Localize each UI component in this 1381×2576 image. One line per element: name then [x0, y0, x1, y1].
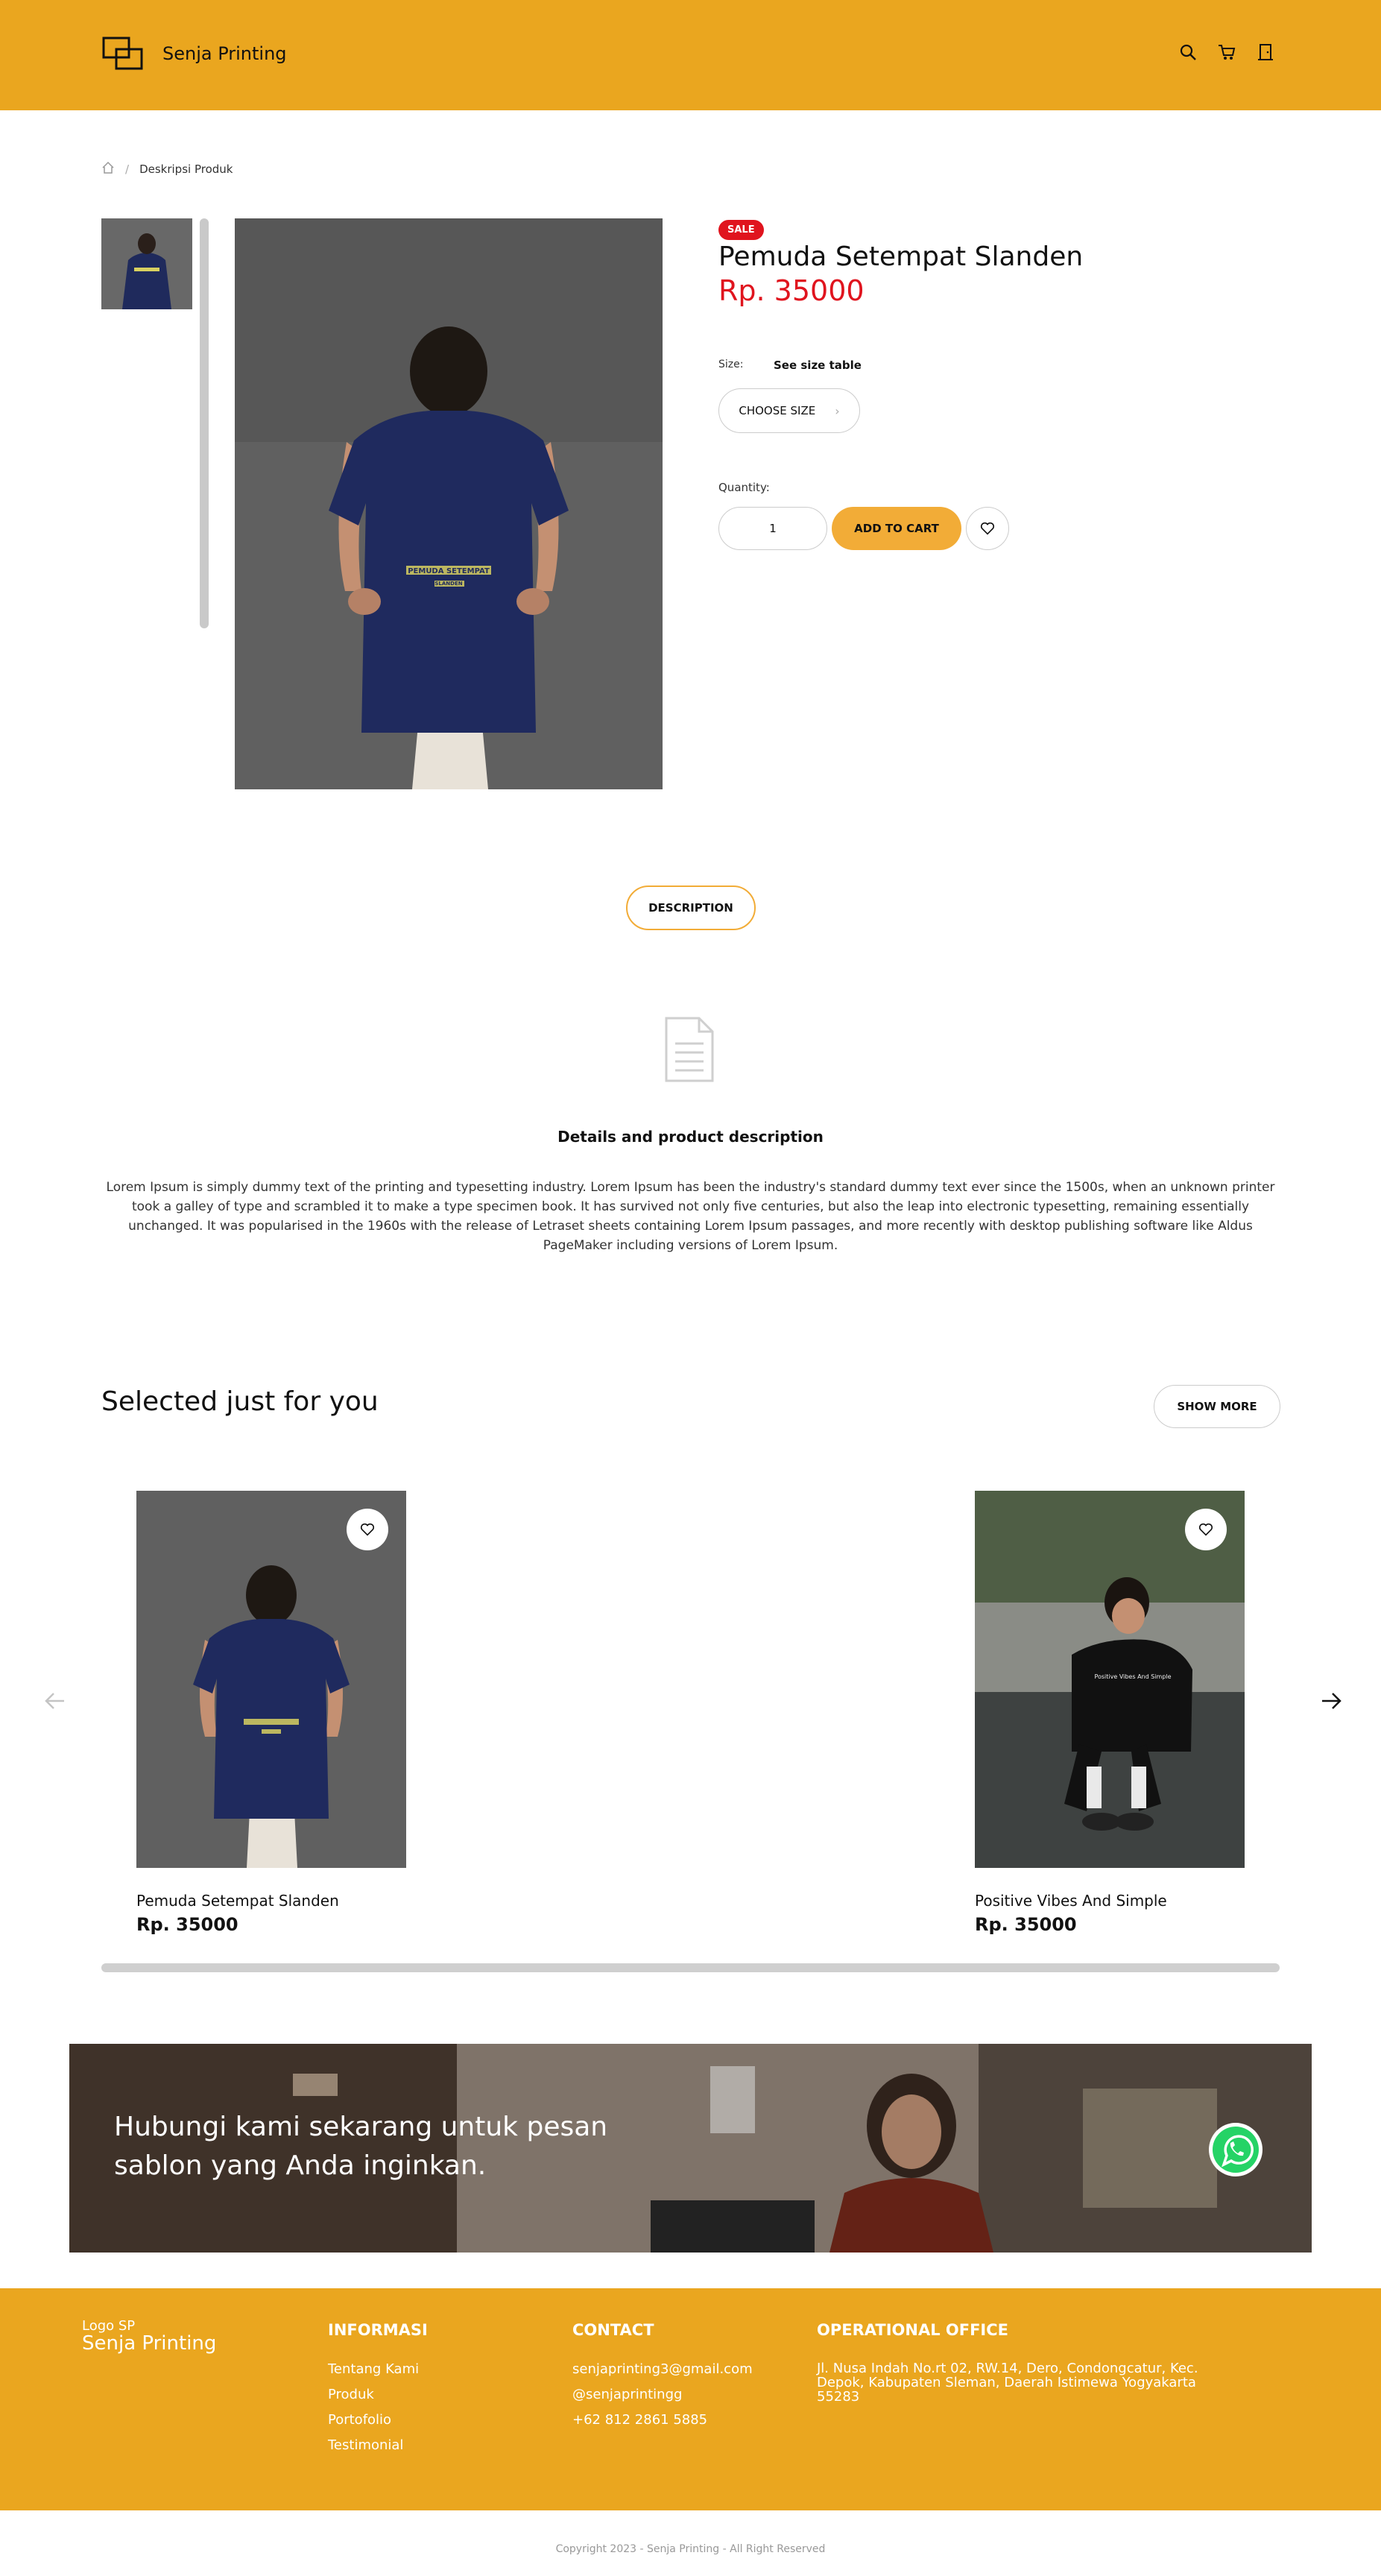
footer-logo-alt: Logo SP [82, 2318, 136, 2334]
add-to-cart-button[interactable]: ADD TO CART [832, 507, 961, 550]
section-title: Selected just for you [101, 1386, 379, 1417]
footer-logo[interactable]: Logo SP Senja Printing [82, 2318, 216, 2355]
product-card-price: Rp. 35000 [975, 1914, 1077, 1935]
arrow-left-icon[interactable] [42, 1688, 69, 1714]
heart-icon [980, 522, 995, 535]
footer-informasi-title: INFORMASI [328, 2321, 428, 2339]
choose-size-button[interactable]: CHOOSE SIZE › [718, 388, 860, 433]
banner-line-2: sablon yang Anda inginkan. [114, 2150, 487, 2181]
wishlist-button[interactable] [966, 507, 1009, 550]
description-text: Lorem Ipsum is simply dummy text of the … [106, 1180, 1275, 1253]
size-table-link[interactable]: See size table [774, 359, 862, 372]
document-icon [662, 1015, 717, 1084]
cart-icon[interactable] [1217, 42, 1236, 62]
carousel-scrollbar[interactable] [101, 1963, 1280, 1972]
product-main-image: PEMUDA SETEMPAT SLANDEN [235, 218, 663, 789]
sale-badge: SALE [718, 220, 764, 240]
home-icon[interactable] [101, 161, 115, 177]
heart-icon [360, 1523, 375, 1536]
quantity-label: Quantity: [718, 481, 770, 494]
footer-link[interactable]: Produk [328, 2387, 428, 2402]
quantity-input[interactable]: 1 [718, 507, 827, 550]
product-card[interactable]: Pemuda Setempat Slanden Rp. 35000 [136, 1491, 406, 1935]
whatsapp-icon[interactable] [1207, 2121, 1264, 2178]
description-heading: Details and product description [557, 1128, 824, 1146]
footer-informasi: INFORMASI Tentang Kami Produk Portofolio… [328, 2321, 428, 2463]
banner-line-1: Hubungi kami sekarang untuk pesan [114, 2112, 608, 2142]
thumbnail-scrollbar[interactable] [200, 218, 209, 628]
site-header: Senja Printing [0, 0, 1381, 110]
search-icon[interactable] [1178, 42, 1198, 62]
brand-name: Senja Printing [162, 43, 287, 64]
wishlist-button[interactable] [347, 1509, 388, 1550]
breadcrumb: / Deskripsi Produk [101, 161, 233, 177]
product-card-image [136, 1491, 406, 1868]
product-card-name[interactable]: Pemuda Setempat Slanden [136, 1892, 406, 1910]
product-thumbnail[interactable] [101, 218, 192, 309]
product-card-price: Rp. 35000 [136, 1914, 238, 1935]
product-price: Rp. 35000 [718, 274, 865, 307]
shirt-print-text: PEMUDA SETEMPAT [408, 567, 490, 575]
logo-icon [102, 37, 143, 70]
tab-description[interactable]: DESCRIPTION [626, 886, 756, 930]
footer-link[interactable]: Testimonial [328, 2437, 428, 2453]
footer-link[interactable]: Tentang Kami [328, 2361, 428, 2377]
product-card-name[interactable]: Positive Vibes And Simple [975, 1892, 1245, 1910]
door-icon[interactable] [1256, 42, 1275, 62]
brand-logo[interactable]: Senja Printing [101, 36, 287, 72]
copyright: Copyright 2023 - Senja Printing - All Ri… [555, 2543, 826, 2555]
show-more-button[interactable]: SHOW MORE [1154, 1385, 1280, 1428]
footer-office-title: OPERATIONAL OFFICE [817, 2321, 1009, 2339]
site-footer: Logo SP Senja Printing INFORMASI Tentang… [0, 2288, 1381, 2510]
footer-link[interactable]: Portofolio [328, 2412, 428, 2428]
arrow-right-icon[interactable] [1318, 1688, 1344, 1714]
footer-address: Jl. Nusa Indah No.rt 02, RW.14, Dero, Co… [817, 2361, 1198, 2405]
shirt-print-text: Positive Vibes And Simple [1094, 1673, 1171, 1680]
wishlist-button[interactable] [1185, 1509, 1227, 1550]
breadcrumb-current: Deskripsi Produk [139, 162, 233, 176]
contact-banner: Hubungi kami sekarang untuk pesan sablon… [69, 2044, 1312, 2253]
footer-instagram[interactable]: @senjaprintingg [572, 2387, 753, 2402]
chevron-right-icon: › [835, 403, 840, 418]
product-title: Pemuda Setempat Slanden [718, 242, 1084, 272]
size-label: Size: [718, 359, 744, 370]
product-card-image: Positive Vibes And Simple [975, 1491, 1245, 1868]
footer-office: OPERATIONAL OFFICE Jl. Nusa Indah No.rt … [817, 2321, 1204, 2404]
footer-logo-text: Senja Printing [82, 2332, 217, 2355]
shirt-print-text-2: SLANDEN [434, 581, 462, 587]
footer-email[interactable]: senjaprinting3@gmail.com [572, 2361, 753, 2377]
choose-size-label: CHOOSE SIZE [739, 404, 816, 417]
breadcrumb-separator: / [125, 162, 130, 176]
footer-phone[interactable]: +62 812 2861 5885 [572, 2412, 753, 2428]
banner-heading: Hubungi kami sekarang untuk pesan sablon… [114, 2108, 607, 2185]
heart-icon [1198, 1523, 1213, 1536]
footer-contact-title: CONTACT [572, 2321, 654, 2339]
footer-contact: CONTACT senjaprinting3@gmail.com @senjap… [572, 2321, 753, 2437]
product-card[interactable]: Positive Vibes And Simple Positive Vibes… [975, 1491, 1245, 1935]
